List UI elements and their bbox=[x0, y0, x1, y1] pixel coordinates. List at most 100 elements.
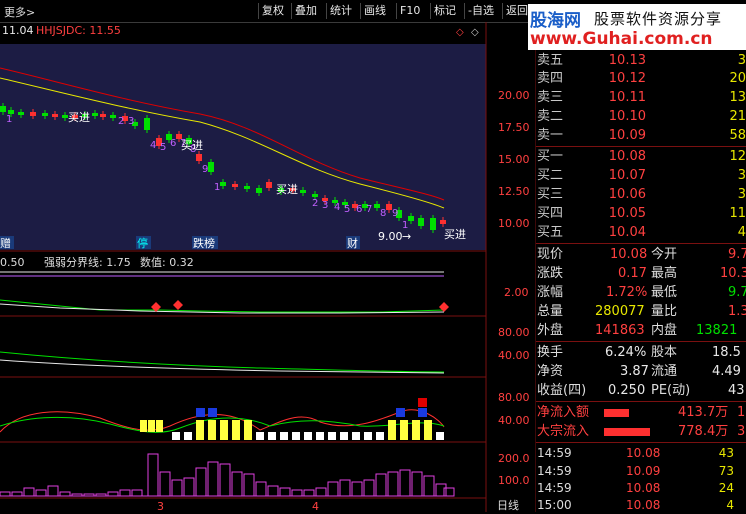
histogram-bar bbox=[352, 432, 360, 440]
volume-bar bbox=[23, 487, 35, 497]
buy-signal-label: 买进 bbox=[68, 111, 90, 124]
bid-row: 买三 10.06 3 bbox=[537, 187, 746, 202]
td-sequence-number: 9 bbox=[202, 164, 208, 175]
volume-bar bbox=[327, 481, 339, 497]
histogram-bar bbox=[424, 420, 432, 440]
arrow-right-icon: → bbox=[402, 230, 411, 243]
volume-bar bbox=[411, 471, 423, 497]
price-axis-tick: 12.50 bbox=[498, 185, 530, 198]
ask-row: 卖五 10.13 3 bbox=[537, 53, 746, 68]
signal-block bbox=[418, 398, 427, 407]
volume-bar bbox=[315, 487, 327, 497]
statistics-button[interactable]: 统计 bbox=[326, 3, 355, 19]
back-button[interactable]: 返回 bbox=[502, 3, 531, 19]
histogram-bar bbox=[172, 432, 180, 440]
diamond-icon: ◇ bbox=[456, 27, 464, 38]
quote-value: 141863 bbox=[595, 323, 645, 338]
volume-bar bbox=[207, 461, 219, 497]
histogram-bar bbox=[220, 420, 228, 440]
strength-value-label: 数值: 0.32 bbox=[140, 256, 194, 269]
mark-button[interactable]: 标记 bbox=[430, 3, 459, 19]
histogram-bar bbox=[232, 420, 240, 440]
price-axis-tick: 20.00 bbox=[498, 89, 530, 102]
period-label[interactable]: 日线 bbox=[497, 498, 519, 512]
volume-bar bbox=[279, 487, 291, 497]
histogram-bar bbox=[196, 420, 204, 440]
flow-value: 778.4万 bbox=[678, 424, 729, 439]
volume-bar bbox=[387, 471, 399, 497]
strength-line-label: 强弱分界线: 1.75 bbox=[44, 255, 131, 269]
price-axis-tick: 17.50 bbox=[498, 121, 530, 134]
ind2-axis-tick: 80.00 bbox=[498, 326, 530, 339]
histogram-bar bbox=[376, 432, 384, 440]
volume-bar bbox=[35, 489, 47, 497]
volume-bar bbox=[351, 481, 363, 497]
divider bbox=[536, 442, 746, 443]
kline-chart-canvas[interactable]: 11.04 HHJSJDC: 11.55 ◇ ◇ 1 2 34 5 6 78912 3 4 5 6… bbox=[0, 22, 536, 512]
site-logo: 股海网 股票软件资源分享 www.Guhai.com.cn bbox=[528, 4, 746, 50]
header-price: 11.04 bbox=[2, 24, 34, 37]
td-sequence-number: 6 bbox=[170, 138, 176, 149]
quote-label: 量比 bbox=[651, 304, 678, 319]
quote-label: 外盘 bbox=[537, 323, 564, 338]
signal-block bbox=[208, 408, 217, 417]
draw-line-button[interactable]: 画线 bbox=[360, 3, 389, 19]
ind3-axis-tick: 80.00 bbox=[498, 391, 530, 404]
quote-value: 10.08 bbox=[610, 247, 648, 262]
quote-value: 9.7 bbox=[728, 285, 746, 300]
quote-label: 内盘 bbox=[651, 323, 678, 338]
ind4-axis-tick: 100.0 bbox=[498, 474, 530, 487]
event-badge[interactable]: 赠 bbox=[0, 236, 11, 250]
volume-bar bbox=[171, 479, 183, 497]
volume-bar bbox=[231, 471, 243, 497]
overlay-button[interactable]: 叠加 bbox=[291, 3, 320, 19]
volume-bar bbox=[147, 453, 159, 497]
flow-label: 净流入额 bbox=[537, 405, 590, 420]
price-axis-tick: 10.00 bbox=[498, 217, 530, 230]
logo-tagline: 股票软件资源分享 bbox=[594, 10, 723, 28]
event-badge[interactable]: 财 bbox=[347, 236, 358, 250]
td-sequence-number: 3 bbox=[128, 116, 134, 127]
volume-bar bbox=[183, 477, 195, 497]
kline-chart[interactable]: 11.04 HHJSJDC: 11.55 ◇ ◇ 123456789123456… bbox=[0, 22, 536, 512]
td-sequence-number: 2 bbox=[312, 198, 318, 209]
volume-bar bbox=[0, 491, 11, 497]
histogram-bar bbox=[268, 432, 276, 440]
ask-row: 卖三 10.11 13 bbox=[537, 90, 746, 105]
more-menu[interactable]: 更多> bbox=[4, 4, 35, 20]
quote-value: 1.3 bbox=[728, 304, 746, 319]
ask-row: 卖二 10.10 21 bbox=[537, 109, 746, 124]
low-price-label: 9.00 bbox=[378, 230, 403, 243]
volume-bar bbox=[59, 491, 71, 497]
quote-value: 6.24% bbox=[605, 345, 647, 360]
trade-row: 15:00 10.08 4 bbox=[537, 498, 734, 512]
quote-label: 涨跌 bbox=[537, 266, 564, 281]
f10-button[interactable]: F10 bbox=[396, 3, 423, 19]
quote-value: 0.17 bbox=[618, 266, 647, 281]
volume-bar bbox=[267, 485, 279, 497]
mid-axis-tick: 2.00 bbox=[504, 286, 529, 299]
histogram-bar bbox=[316, 432, 324, 440]
volume-bar bbox=[291, 489, 303, 497]
td-sequence-number: 3 bbox=[322, 200, 328, 211]
quote-value: 280077 bbox=[595, 304, 645, 319]
restore-rights-button[interactable]: 复权 bbox=[258, 3, 287, 19]
quote-label: 收益(四) bbox=[537, 383, 587, 398]
event-badge[interactable]: 停 bbox=[137, 236, 148, 250]
quote-value: 9.7 bbox=[728, 247, 746, 262]
volume-bar bbox=[107, 491, 119, 497]
logo-url: www.Guhai.com.cn bbox=[530, 29, 713, 49]
histogram-bar bbox=[388, 420, 396, 440]
quote-label: PE(动) bbox=[651, 383, 691, 398]
td-sequence-number: 9 bbox=[392, 208, 398, 219]
ind2-axis-tick: 40.00 bbox=[498, 349, 530, 362]
volume-bar bbox=[375, 473, 387, 497]
trade-row: 14:59 10.08 24 bbox=[537, 481, 734, 495]
histogram-bar bbox=[208, 420, 216, 440]
indicator-line bbox=[0, 299, 445, 313]
bid-row: 买四 10.05 11 bbox=[537, 206, 746, 221]
flow-extra: 3 bbox=[737, 424, 746, 439]
expand-icon[interactable]: ◇ bbox=[471, 27, 479, 38]
remove-watchlist-button[interactable]: -自选 bbox=[464, 3, 497, 19]
event-badge[interactable]: 跌榜 bbox=[193, 236, 215, 250]
